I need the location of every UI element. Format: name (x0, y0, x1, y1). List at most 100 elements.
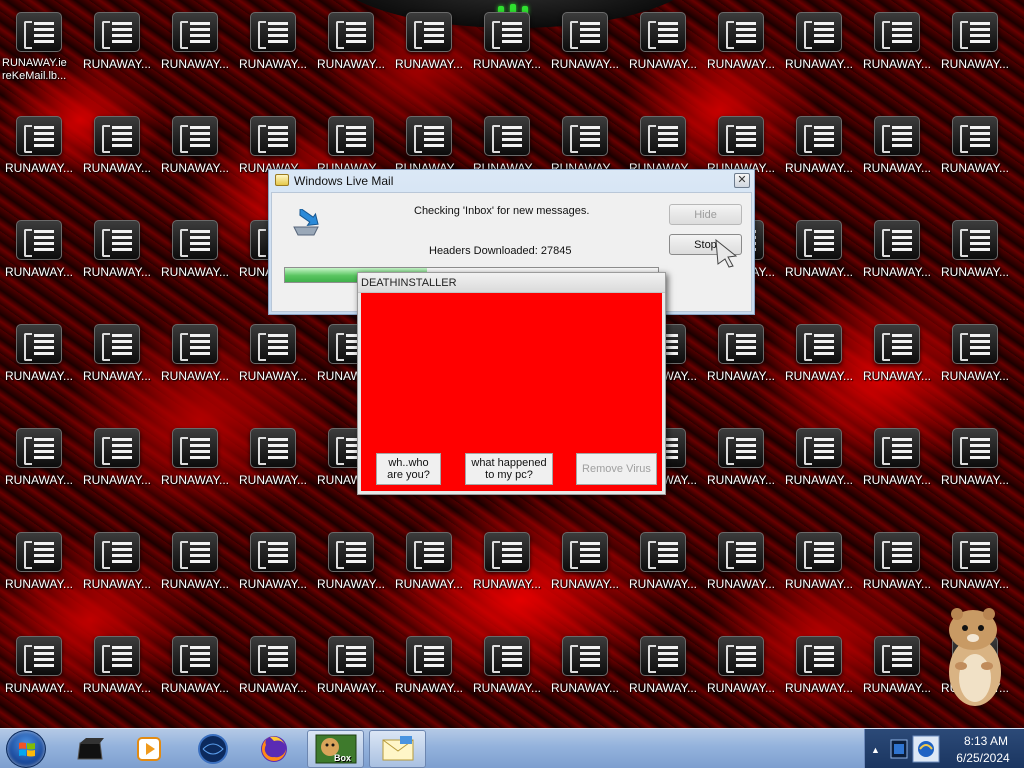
notepad-document-icon (172, 636, 218, 676)
taskbar-email-app[interactable] (369, 730, 426, 768)
desktop-icon[interactable]: RUNAWAY... (702, 312, 780, 412)
close-button[interactable]: ✕ (734, 173, 750, 188)
desktop-icon[interactable]: RUNAWAY... (858, 520, 936, 620)
desktop-icon[interactable]: RUNAWAY... (780, 208, 858, 308)
hide-button[interactable]: Hide (669, 204, 742, 225)
desktop-icon[interactable]: RUNAWAY... (78, 624, 156, 724)
desktop-icon[interactable]: RUNAWAY... (858, 0, 936, 100)
network-tray-icon[interactable] (911, 734, 941, 764)
notepad-document-icon (94, 428, 140, 468)
desktop-icon[interactable]: RUNAWAY... (858, 416, 936, 516)
desktop-icon[interactable]: RUNAWAY... (858, 104, 936, 204)
desktop-icon[interactable]: RUNAWAY... (156, 208, 234, 308)
headers-downloaded-text: Headers Downloaded: 27845 (429, 245, 572, 257)
desktop-icon[interactable]: RUNAWAY... (936, 0, 1014, 100)
desktop-icon[interactable]: RUNAWAY... (234, 0, 312, 100)
desktop-icon-label: RUNAWAY... (784, 681, 853, 695)
desktop-icon[interactable]: RUNAWAY... (78, 520, 156, 620)
desktop-icon[interactable]: RUNAWAY... (936, 312, 1014, 412)
desktop-icon[interactable]: RUNAWAY... (156, 520, 234, 620)
desktop-icon[interactable]: RUNAWAY... (936, 208, 1014, 308)
desktop-icon[interactable]: RUNAWAY... (858, 312, 936, 412)
desktop-icon[interactable]: RUNAWAY... (780, 0, 858, 100)
desktop-icon[interactable]: RUNAWAY... (546, 624, 624, 724)
desktop-icon[interactable]: RUNAWAY... (390, 520, 468, 620)
desktop-icon-label: RUNAWAY... (160, 369, 229, 383)
desktop-icon[interactable]: RUNAWAY... (780, 312, 858, 412)
desktop-icon[interactable]: RUNAWAY... (0, 208, 78, 308)
clock-time[interactable]: 8:13 AM (951, 734, 1021, 748)
notepad-document-icon (562, 12, 608, 52)
desktop-icon[interactable]: RUNAWAY... (936, 416, 1014, 516)
desktop-icon[interactable]: RUNAWAY... (234, 624, 312, 724)
desktop-icon[interactable]: RUNAWAY... (468, 520, 546, 620)
desktop-icon[interactable]: RUNAWAY... (780, 104, 858, 204)
start-button[interactable] (6, 730, 46, 768)
desktop-icon[interactable]: RUNAWAY... (156, 416, 234, 516)
desktop-icon[interactable]: RUNAWAY... (702, 624, 780, 724)
desktop-icon[interactable]: RUNAWAY... (312, 520, 390, 620)
notepad-document-icon (16, 12, 62, 52)
desktop-icon[interactable]: RUNAWAY... (234, 312, 312, 412)
desktop-icon[interactable]: RUNAWAY... (546, 520, 624, 620)
media-app-icon (76, 738, 104, 760)
desktop-icon[interactable]: RUNAWAY... (780, 520, 858, 620)
clock-date[interactable]: 6/25/2024 (945, 751, 1021, 765)
desktop-icon[interactable]: RUNAWAY... (858, 624, 936, 724)
desktop-icon[interactable]: RUNAWAY... (0, 520, 78, 620)
desktop-icon[interactable]: RUNAWAY... (312, 0, 390, 100)
desktop-icon[interactable]: RUNAWAY... (312, 624, 390, 724)
checking-status-text: Checking 'Inbox' for new messages. (414, 205, 590, 217)
taskbar-box-app[interactable]: Box (307, 730, 364, 768)
title-bar[interactable]: Windows Live Mail ✕ (269, 170, 754, 192)
desktop-icon[interactable]: RUNAWAY... (156, 104, 234, 204)
title-bar[interactable]: DEATHINSTALLER (358, 273, 665, 293)
desktop-icon[interactable]: RUNAWAY... (234, 520, 312, 620)
what-happened-button[interactable]: what happened to my pc? (465, 453, 553, 485)
desktop-icon[interactable]: RUNAWAY... (78, 0, 156, 100)
taskbar-media-player[interactable] (120, 730, 177, 768)
monitor-tray-icon[interactable] (889, 738, 909, 760)
desktop-icon[interactable]: RUNAWAY... (234, 416, 312, 516)
notepad-document-icon (94, 532, 140, 572)
who-are-you-button[interactable]: wh..who are you? (376, 453, 441, 485)
desktop-icon[interactable]: RUNAWAY... (156, 624, 234, 724)
desktop-icon[interactable]: RUNAWAY... (78, 208, 156, 308)
desktop-icon[interactable]: RUNAWAY... (78, 312, 156, 412)
desktop-icon[interactable]: RUNAWAY... (546, 0, 624, 100)
taskbar-media-app[interactable] (61, 730, 118, 768)
notepad-document-icon (328, 12, 374, 52)
desktop-icon[interactable]: RUNAWAY... (624, 0, 702, 100)
notepad-document-icon (874, 220, 920, 260)
desktop-icon[interactable]: RUNAWAY... (156, 0, 234, 100)
desktop-icon[interactable]: RUNAWAY... (78, 416, 156, 516)
notepad-document-icon (484, 532, 530, 572)
desktop-icon[interactable]: RUNAWAY... (936, 104, 1014, 204)
desktop-icon[interactable]: RUNAWAY... (0, 104, 78, 204)
desktop-icon[interactable]: RUNAWAY... (780, 624, 858, 724)
desktop-icon[interactable]: RUNAWAY... (390, 0, 468, 100)
desktop-icon[interactable]: RUNAWAY... (702, 0, 780, 100)
desktop-icon[interactable]: RUNAWAY... (0, 312, 78, 412)
desktop-icon[interactable]: RUNAWAY.ie reKeMail.lb... (0, 0, 78, 100)
desktop-icon[interactable]: RUNAWAY... (0, 416, 78, 516)
show-hidden-icons-button[interactable]: ▲ (871, 745, 880, 755)
desktop-icon[interactable]: RUNAWAY... (702, 520, 780, 620)
desktop-icon-label: RUNAWAY... (940, 369, 1009, 383)
desktop-icon-label: RUNAWAY... (82, 265, 151, 279)
desktop-icon[interactable]: RUNAWAY... (78, 104, 156, 204)
desktop-icon[interactable]: RUNAWAY... (624, 624, 702, 724)
desktop-icon[interactable]: RUNAWAY... (468, 624, 546, 724)
taskbar-globe-browser[interactable] (184, 730, 241, 768)
desktop-icon[interactable]: RUNAWAY... (468, 0, 546, 100)
desktop-icon[interactable]: RUNAWAY... (858, 208, 936, 308)
taskbar-firefox[interactable] (245, 730, 302, 768)
remove-virus-button[interactable]: Remove Virus (576, 453, 657, 485)
desktop-icon[interactable]: RUNAWAY... (156, 312, 234, 412)
desktop-icon[interactable]: RUNAWAY... (702, 416, 780, 516)
desktop-icon[interactable]: RUNAWAY... (936, 520, 1014, 620)
desktop-icon[interactable]: RUNAWAY... (624, 520, 702, 620)
desktop-icon[interactable]: RUNAWAY... (390, 624, 468, 724)
desktop-icon[interactable]: RUNAWAY... (780, 416, 858, 516)
desktop-icon[interactable]: RUNAWAY... (0, 624, 78, 724)
